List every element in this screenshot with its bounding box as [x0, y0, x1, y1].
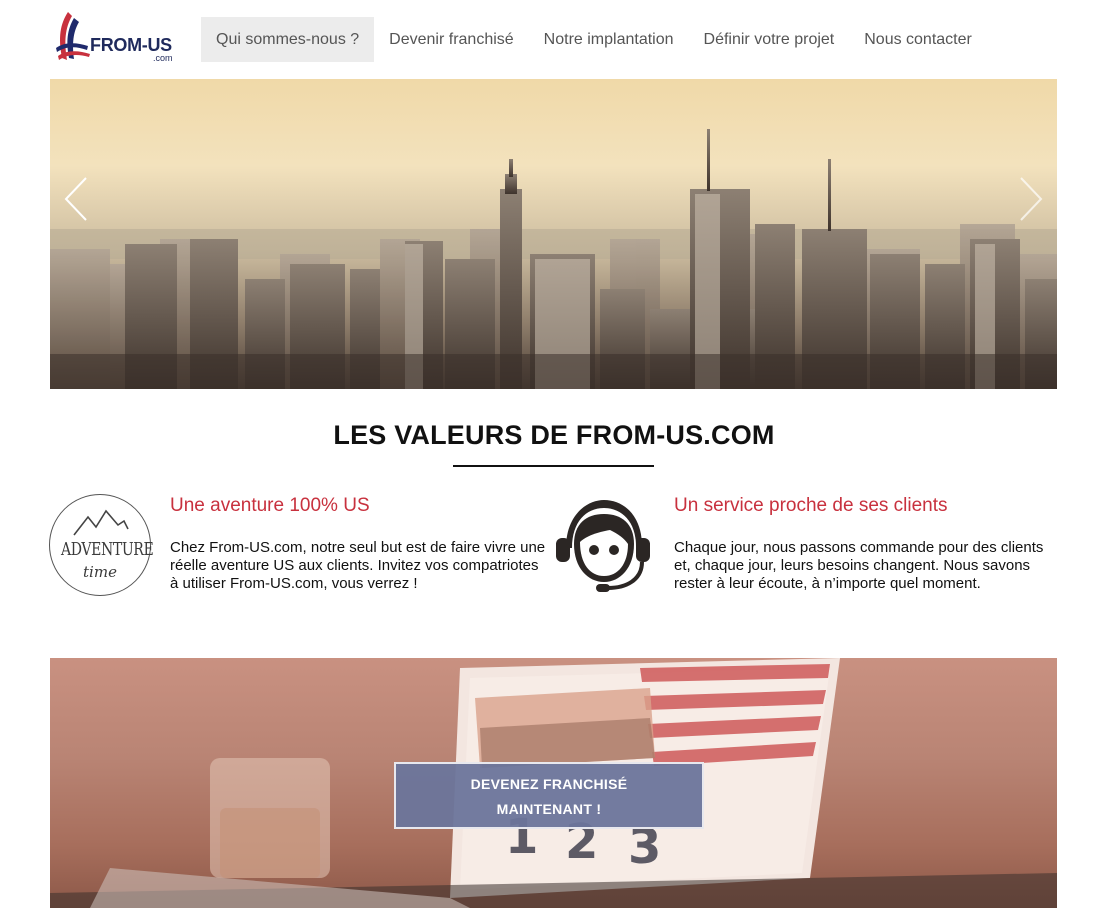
flag-swoosh-icon — [56, 12, 90, 60]
slider-prev-arrow-icon[interactable] — [60, 174, 96, 224]
customer-support-headset-icon — [552, 496, 654, 598]
become-franchisee-button[interactable]: DEVENEZ FRANCHISÉ MAINTENANT ! — [394, 762, 704, 829]
adventure-badge-word: ADVENTURE — [61, 539, 154, 560]
title-divider — [453, 465, 654, 467]
nav-item-notre-implantation[interactable]: Notre implantation — [529, 17, 689, 62]
franchise-banner: 1 2 3 DEVENEZ FRANCHISÉ MAINTENANT ! — [50, 658, 1057, 908]
hero-slider — [50, 79, 1057, 389]
adventure-time-icon: ADVENTURE time — [49, 494, 154, 596]
value-heading-service: Un service proche de ses clients — [674, 495, 948, 516]
from-us-logo[interactable]: FROM-US .com — [54, 8, 180, 66]
nav-item-devenir-franchise[interactable]: Devenir franchisé — [374, 17, 529, 62]
mountains-icon — [73, 509, 129, 536]
nav-item-definir-projet[interactable]: Définir votre projet — [689, 17, 850, 62]
site-header: FROM-US .com Qui sommes-nous ? Devenir f… — [0, 0, 1108, 79]
adventure-badge-script: time — [83, 563, 117, 581]
main-nav: Qui sommes-nous ? Devenir franchisé Notr… — [201, 17, 987, 62]
nav-item-nous-contacter[interactable]: Nous contacter — [849, 17, 987, 62]
section-title: LES VALEURS DE FROM-US.COM — [333, 420, 775, 450]
nav-item-qui-sommes-nous[interactable]: Qui sommes-nous ? — [201, 17, 375, 62]
value-text-aventure: Chez From-US.com, notre seul but est de … — [170, 539, 546, 592]
city-skyline-image — [50, 129, 1057, 389]
slider-next-arrow-icon[interactable] — [1011, 174, 1047, 224]
value-heading-aventure: Une aventure 100% US — [170, 495, 370, 516]
logo-subtext: .com — [153, 53, 173, 63]
value-text-service: Chaque jour, nous passons commande pour … — [674, 539, 1044, 592]
